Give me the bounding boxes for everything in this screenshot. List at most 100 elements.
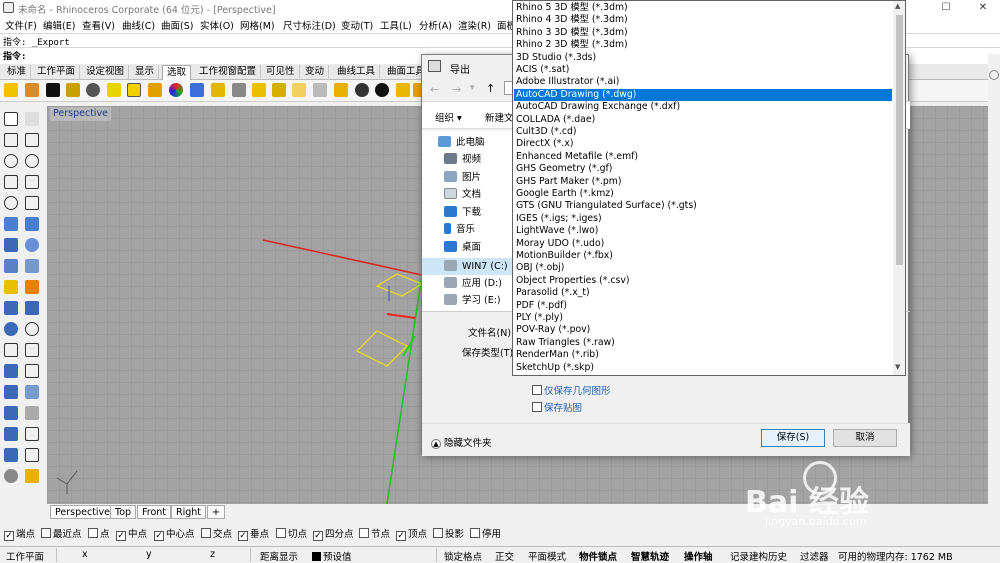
menu-curve[interactable]: 曲线(C)	[122, 18, 155, 32]
offset-icon[interactable]	[25, 196, 39, 210]
menu-view[interactable]: 查看(V)	[82, 18, 115, 32]
check-icon[interactable]	[25, 448, 39, 462]
file-type-option[interactable]: Google Earth (*.kmz)	[514, 188, 892, 200]
file-type-option[interactable]: DirectX (*.x)	[514, 138, 892, 150]
forward-arrow-icon[interactable]: →	[452, 83, 461, 96]
file-type-option[interactable]: AutoCAD Drawing (*.dwg)	[514, 88, 892, 102]
scroll-up-icon[interactable]: ▲	[895, 2, 900, 10]
save-geometry-only-option[interactable]: 仅保存几何图形	[532, 383, 611, 397]
status-layer[interactable]: 预设值	[312, 549, 352, 563]
select-hatch-icon[interactable]	[292, 83, 306, 97]
file-type-option[interactable]: Rhino 3 3D 模型 (*.3dm)	[514, 27, 892, 39]
menu-transform[interactable]: 变动(T)	[341, 18, 373, 32]
tab-set-view[interactable]: 设定视图	[82, 65, 130, 80]
tab-cplanes[interactable]: 工作平面	[33, 65, 81, 80]
file-type-option[interactable]: 3D Studio (*.3ds)	[514, 52, 892, 64]
select-annotations-icon[interactable]	[272, 83, 286, 97]
menu-file[interactable]: 文件(F)	[5, 18, 37, 32]
menu-render[interactable]: 渲染(R)	[458, 18, 491, 32]
nav-downloads[interactable]: 下载	[444, 205, 481, 221]
scrollbar-thumb[interactable]	[896, 15, 903, 265]
up-arrow-icon[interactable]: ↑	[486, 82, 495, 95]
tab-select[interactable]: 选取	[162, 65, 192, 80]
cylinder-icon[interactable]	[4, 259, 18, 273]
material-icon[interactable]	[25, 469, 39, 483]
menu-solid[interactable]: 实体(O)	[200, 18, 234, 32]
back-arrow-icon[interactable]: ←	[430, 83, 439, 96]
status-ortho[interactable]: 正交	[495, 549, 514, 563]
dimension-icon[interactable]	[25, 406, 39, 420]
select-curves-icon[interactable]	[25, 83, 39, 97]
save-button[interactable]: 保存(S)	[761, 429, 825, 447]
sphere-icon[interactable]	[25, 238, 39, 252]
file-type-option[interactable]: SketchUp (*.skp)	[514, 362, 892, 374]
file-type-option[interactable]: PLY (*.ply)	[514, 312, 892, 324]
osnap-center[interactable]: ✓ 中心点	[154, 526, 195, 541]
tab-right[interactable]: Right	[171, 505, 207, 519]
osnap-knot-checkbox[interactable]	[359, 528, 369, 538]
select-dims-icon[interactable]	[313, 83, 327, 97]
file-type-option[interactable]: AutoCAD Drawing Exchange (*.dxf)	[514, 101, 892, 113]
polyline-icon[interactable]	[4, 133, 18, 147]
select-all-icon[interactable]	[107, 83, 121, 97]
menu-dimension[interactable]: 尺寸标注(D)	[283, 18, 336, 32]
select-arrow-icon[interactable]	[4, 112, 18, 126]
status-cplane[interactable]: 工作平面	[6, 549, 44, 563]
status-osnap[interactable]: 物件锁点	[579, 549, 617, 563]
file-type-option[interactable]: ACIS (*.sat)	[514, 64, 892, 76]
file-type-option[interactable]: OBJ (*.obj)	[514, 262, 892, 274]
file-type-option[interactable]: GHS Geometry (*.gf)	[514, 163, 892, 175]
file-type-option[interactable]: POV-Ray (*.pov)	[514, 324, 892, 336]
render-icon[interactable]	[4, 448, 18, 462]
ellipse-icon[interactable]	[4, 196, 18, 210]
osnap-tangent[interactable]: 切点	[276, 526, 307, 540]
add-viewport-tab-button[interactable]: +	[207, 505, 225, 519]
select-lights-icon[interactable]	[232, 83, 246, 97]
select-by-color-icon[interactable]	[169, 83, 183, 97]
file-type-option[interactable]: PDF (*.pdf)	[514, 300, 892, 312]
status-gumball[interactable]: 操作轴	[684, 549, 713, 563]
menu-tools[interactable]: 工具(L)	[380, 18, 412, 32]
menu-analyze[interactable]: 分析(A)	[419, 18, 452, 32]
analyze-icon[interactable]	[25, 427, 39, 441]
box-icon[interactable]	[4, 238, 18, 252]
osnap-end[interactable]: ✓ 端点	[4, 526, 35, 541]
status-distance[interactable]: 距离显示	[260, 549, 298, 563]
scroll-down-icon[interactable]: ▼	[895, 363, 900, 371]
select-surfaces-icon[interactable]	[211, 83, 225, 97]
osnap-knot[interactable]: 节点	[359, 526, 390, 540]
rotate-icon[interactable]	[25, 364, 39, 378]
save-geometry-checkbox[interactable]	[532, 385, 542, 395]
extrude-icon[interactable]	[4, 301, 18, 315]
join-icon[interactable]	[4, 322, 18, 336]
cancel-button[interactable]: 取消	[833, 429, 897, 447]
osnap-disable-checkbox[interactable]	[470, 528, 480, 538]
file-type-option[interactable]: IGES (*.igs; *.iges)	[514, 213, 892, 225]
nav-documents[interactable]: 文档	[444, 187, 481, 203]
array-icon[interactable]	[4, 406, 18, 420]
select-polysurface-icon[interactable]	[148, 83, 162, 97]
osnap-point-checkbox[interactable]	[88, 528, 98, 538]
file-type-option[interactable]: RenderMan (*.rib)	[514, 349, 892, 361]
file-type-option[interactable]: MotionBuilder (*.fbx)	[514, 250, 892, 262]
status-history[interactable]: 记录建构历史	[730, 549, 787, 563]
mesh-icon[interactable]	[25, 259, 39, 273]
osnap-near[interactable]: 最近点	[41, 526, 82, 540]
file-type-option[interactable]: Rhino 4 3D 模型 (*.3dm)	[514, 14, 892, 26]
polygon-icon[interactable]	[25, 175, 39, 189]
file-type-dropdown-list[interactable]: Rhino 5 3D 模型 (*.3dm) Rhino 4 3D 模型 (*.3d…	[512, 0, 906, 376]
file-type-option[interactable]: GHS Part Maker (*.pm)	[514, 176, 892, 188]
menu-surface[interactable]: 曲面(S)	[161, 18, 193, 32]
osnap-vertex-checkbox[interactable]: ✓	[396, 531, 406, 541]
mirror-icon[interactable]	[25, 385, 39, 399]
fillet-icon[interactable]	[25, 280, 39, 294]
tab-curve-tools[interactable]: 曲线工具	[333, 65, 381, 80]
arc-icon[interactable]	[25, 154, 39, 168]
explode-icon[interactable]	[25, 322, 39, 336]
status-filter[interactable]: 过滤器	[800, 549, 829, 563]
trim-icon[interactable]	[25, 301, 39, 315]
file-type-option[interactable]: LightWave (*.lwo)	[514, 225, 892, 237]
file-type-option[interactable]: Cult3D (*.cd)	[514, 126, 892, 138]
file-type-option[interactable]: Object Properties (*.csv)	[514, 275, 892, 287]
tab-perspective[interactable]: Perspective	[50, 505, 116, 519]
